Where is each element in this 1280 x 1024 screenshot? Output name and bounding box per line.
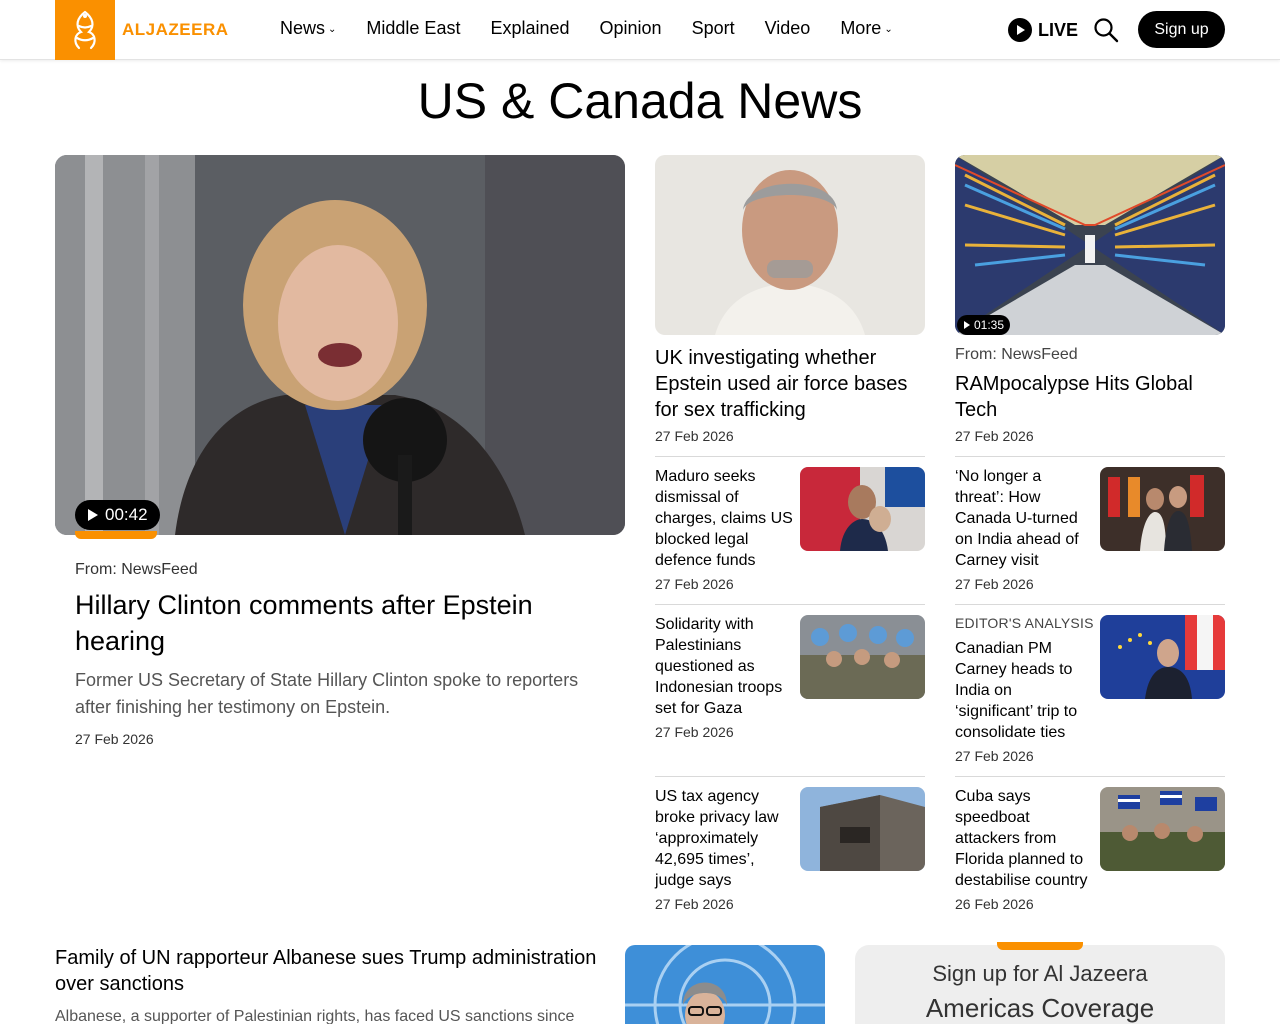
nav-label: Sport [691,18,735,38]
col3-item-1-thumbnail[interactable] [1100,467,1225,551]
nav-label: Explained [490,18,570,38]
col3-lead-date: 27 Feb 2026 [955,428,1034,444]
col3-item-2-kicker: EDITOR'S ANALYSIS [955,615,1094,631]
nav-item-news[interactable]: News ⌄ [280,18,336,39]
divider [955,776,1225,777]
search-icon[interactable] [1093,17,1119,43]
newsletter-line2: Americas Coverage [925,993,1155,1023]
col3-item-1-headline-link[interactable]: ‘No longer a threat’: How Canada U-turne… [955,466,1093,571]
logo-emblem-icon [74,10,96,50]
col2-item-2-thumbnail[interactable] [800,615,925,699]
nav-label: Opinion [599,18,662,38]
col2-item-1-date: 27 Feb 2026 [655,576,734,592]
signup-button[interactable]: Sign up [1138,11,1225,48]
divider [955,456,1225,457]
col2-item-1-headline-link[interactable]: Maduro seeks dismissal of charges, claim… [655,466,793,571]
bottom-thumbnail[interactable] [625,945,825,1024]
col3-lead-image[interactable] [955,155,1225,335]
newsletter-line1: Sign up for Al Jazeera [932,961,1148,986]
video-duration-badge[interactable]: 00:42 [75,500,160,530]
col3-item-3-date: 26 Feb 2026 [955,896,1034,912]
col2-lead-image[interactable] [655,155,925,335]
divider [655,776,925,777]
nav-label: News [280,18,326,38]
play-icon [1008,18,1032,42]
nav-item-more[interactable]: More ⌄ [840,18,892,39]
col3-item-2-headline-link[interactable]: Canadian PM Carney heads to India on ‘si… [955,638,1093,743]
nav-label: Middle East [366,18,461,38]
aljazeera-logo[interactable] [55,0,115,60]
col3-item-2-date: 27 Feb 2026 [955,748,1034,764]
chevron-down-icon: ⌄ [884,24,893,35]
col3-item-3-headline-link[interactable]: Cuba says speedboat attackers from Flori… [955,786,1093,891]
bottom-headline-link[interactable]: Family of UN rapporteur Albanese sues Tr… [55,945,605,997]
live-label: LIVE [1038,19,1079,40]
nav-item-opinion[interactable]: Opinion [600,18,662,39]
col3-item-1-date: 27 Feb 2026 [955,576,1034,592]
live-button[interactable]: LIVE [1008,18,1078,42]
nav-label: More [840,18,882,38]
nav-item-explained[interactable]: Explained [490,18,569,39]
col2-item-3-date: 27 Feb 2026 [655,896,734,912]
col3-item-3-thumbnail[interactable] [1100,787,1225,871]
col3-lead-source: From: NewsFeed [955,346,1078,363]
col3-lead-headline-link[interactable]: RAMpocalypse Hits Global Tech [955,371,1225,423]
video-duration-badge[interactable]: 01:35 [957,315,1011,335]
col2-lead-date: 27 Feb 2026 [655,428,734,444]
page-title: US & Canada News [417,73,863,129]
duration-label: 01:35 [974,318,1005,332]
main-nav: News ⌄ Middle East Explained Opinion Spor… [280,18,893,39]
col2-item-2-headline-link[interactable]: Solidarity with Palestinians questioned … [655,614,793,719]
hero-date: 27 Feb 2026 [75,731,154,747]
bottom-description: Albanese, a supporter of Palestinian rig… [55,1008,575,1024]
col2-item-2-date: 27 Feb 2026 [655,724,734,740]
logo-wordmark[interactable]: ALJAZEERA [122,20,229,40]
col2-item-1-thumbnail[interactable] [800,467,925,551]
newsletter-accent-bar [997,942,1083,950]
duration-label: 00:42 [105,505,148,524]
hero-source: From: NewsFeed [75,561,198,578]
hero-description: Former US Secretary of State Hillary Cli… [75,670,579,717]
play-icon [964,321,970,329]
play-icon [88,509,98,521]
nav-label: Video [764,18,811,38]
nav-item-sport[interactable]: Sport [692,18,735,39]
video-accent-bar [75,531,157,539]
divider [955,604,1225,605]
divider [655,456,925,457]
newsletter-signup-box[interactable]: Sign up for Al Jazeera Americas Coverage [855,945,1225,1024]
divider [655,604,925,605]
col2-item-3-thumbnail[interactable] [800,787,925,871]
col3-item-2-thumbnail[interactable] [1100,615,1225,699]
nav-item-middle-east[interactable]: Middle East [366,18,460,39]
col2-lead-headline-link[interactable]: UK investigating whether Epstein used ai… [655,345,925,423]
site-header: ALJAZEERA News ⌄ Middle East Explained Op… [0,0,1280,60]
col2-item-3-headline-link[interactable]: US tax agency broke privacy law ‘approxi… [655,786,793,891]
chevron-down-icon: ⌄ [328,24,337,35]
hero-headline-link[interactable]: Hillary Clinton comments after Epstein h… [75,587,595,659]
hero-image[interactable] [55,155,625,535]
nav-item-video[interactable]: Video [765,18,811,39]
